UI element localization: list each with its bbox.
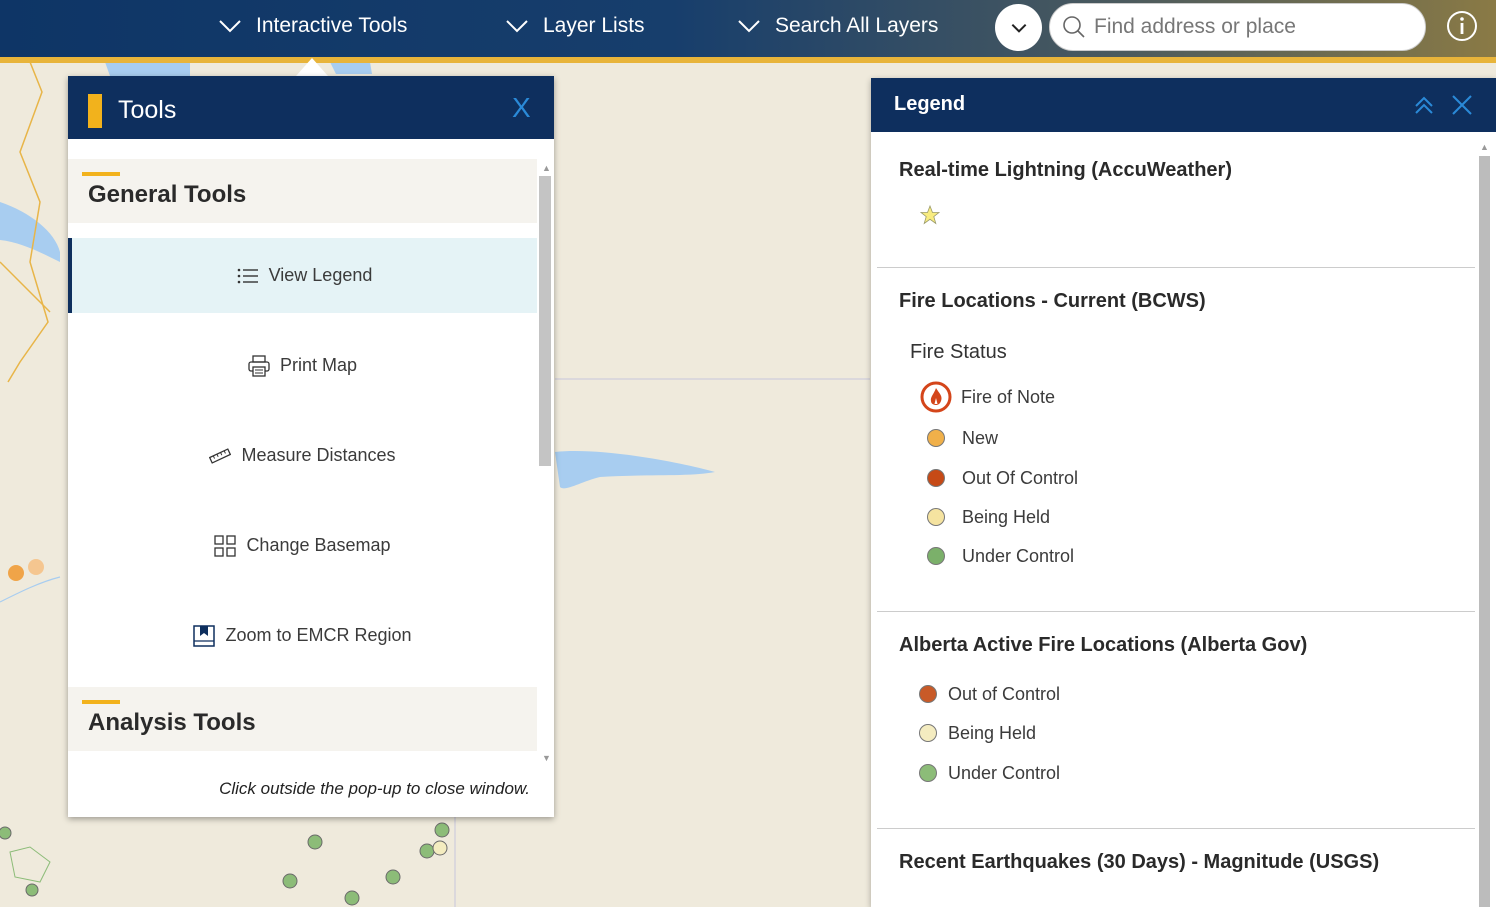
grid-icon	[214, 534, 237, 557]
legend-item-out-of-control: Out of Control	[919, 679, 1060, 709]
list-icon	[237, 267, 259, 285]
close-hint-text: Click outside the pop-up to close window…	[219, 779, 530, 798]
legend-title: Legend	[894, 93, 966, 115]
general-tools-header: General Tools	[68, 159, 537, 223]
tool-label: Print Map	[279, 355, 358, 375]
legend-label: Being Held	[962, 506, 1051, 527]
scroll-up-arrow-icon[interactable]: ▲	[542, 163, 551, 173]
bookmark-icon	[193, 624, 216, 647]
collapse-up-icon[interactable]	[1413, 94, 1435, 116]
legend-label: New	[962, 427, 999, 448]
analysis-tools-header: Analysis Tools	[68, 687, 537, 751]
chevron-down-icon	[219, 20, 241, 33]
search-input[interactable]	[1094, 15, 1414, 39]
legend-label: Being Held	[948, 722, 1037, 743]
legend-divider	[877, 267, 1475, 268]
symbol-dot	[927, 508, 945, 526]
legend-label: Under Control	[948, 762, 1061, 783]
legend-item-fire-of-note: Fire of Note	[919, 381, 1056, 413]
legend-divider	[877, 611, 1475, 612]
tool-label: View Legend	[268, 265, 373, 285]
tool-label: Zoom to EMCR Region	[225, 625, 412, 645]
info-icon[interactable]	[1445, 9, 1479, 43]
legend-label: Out Of Control	[962, 467, 1079, 488]
printer-icon	[248, 354, 270, 377]
tools-header: Tools X	[68, 76, 554, 139]
symbol-dot	[927, 469, 945, 487]
symbol-dot	[927, 429, 945, 447]
navbar-accent-line	[0, 57, 1496, 63]
scroll-up-arrow-icon[interactable]: ▲	[1480, 142, 1489, 152]
legend-item-being-held: Being Held	[927, 502, 1050, 532]
nav-search-all-layers[interactable]: Search All Layers	[737, 0, 938, 52]
tool-label: Measure Distances	[241, 445, 396, 465]
nav-label: Interactive Tools	[256, 14, 408, 37]
tool-zoom-to-emcr-region[interactable]: Zoom to EMCR Region	[68, 598, 537, 673]
popup-pointer	[296, 58, 328, 76]
tool-label: Change Basemap	[246, 535, 391, 555]
legend-item-new: New	[927, 423, 998, 453]
chevron-down-icon	[506, 20, 528, 33]
section-title: General Tools	[88, 181, 247, 208]
legend-divider	[877, 828, 1475, 829]
legend-panel: Legend Real-time Lightning (AccuWeather)…	[871, 78, 1496, 907]
chevron-down-icon	[1011, 23, 1026, 33]
legend-subtitle: Fire Status	[910, 341, 1007, 363]
legend-section-title: Recent Earthquakes (30 Days) - Magnitude…	[899, 851, 1380, 873]
legend-item-under-control: Under Control	[919, 758, 1060, 788]
search-icon	[1063, 16, 1085, 38]
symbol-dot	[919, 724, 937, 742]
symbol-dot	[919, 685, 937, 703]
tools-title: Tools	[118, 96, 177, 124]
nav-layer-lists[interactable]: Layer Lists	[505, 0, 645, 52]
legend-label: Under Control	[962, 545, 1075, 566]
symbol-dot	[919, 764, 937, 782]
tools-scroll-thumb[interactable]	[539, 176, 551, 466]
tool-measure-distances[interactable]: Measure Distances	[68, 418, 537, 493]
section-accent-line	[82, 700, 120, 704]
nav-label: Layer Lists	[543, 14, 645, 37]
close-icon[interactable]	[1451, 94, 1473, 116]
search-box[interactable]	[1049, 3, 1426, 51]
scroll-down-arrow-icon[interactable]: ▼	[542, 753, 551, 763]
tools-popup: Tools X General Tools View Legend Print …	[68, 76, 554, 817]
tool-print-map[interactable]: Print Map	[68, 328, 537, 403]
section-accent-line	[82, 172, 120, 176]
search-source-dropdown-button[interactable]	[995, 4, 1042, 51]
legend-section-title: Alberta Active Fire Locations (Alberta G…	[899, 634, 1308, 656]
legend-item-out-of-control: Out Of Control	[927, 463, 1078, 493]
legend-header: Legend	[871, 78, 1496, 132]
legend-section-title: Real-time Lightning (AccuWeather)	[899, 159, 1232, 181]
lightning-star-icon	[920, 205, 940, 225]
header-accent-bar	[88, 94, 102, 128]
legend-item-being-held: Being Held	[919, 718, 1036, 748]
ruler-icon	[209, 447, 232, 464]
legend-scroll-thumb[interactable]	[1479, 156, 1490, 907]
nav-interactive-tools[interactable]: Interactive Tools	[218, 0, 407, 52]
tools-close-button[interactable]: X	[512, 92, 531, 124]
legend-item-under-control: Under Control	[927, 541, 1074, 571]
fire-of-note-icon	[920, 381, 952, 413]
tool-change-basemap[interactable]: Change Basemap	[68, 508, 537, 583]
section-title: Analysis Tools	[88, 709, 256, 736]
legend-section-title: Fire Locations - Current (BCWS)	[899, 290, 1206, 312]
chevron-down-icon	[738, 20, 760, 33]
tool-view-legend[interactable]: View Legend	[68, 238, 537, 313]
legend-label: Out of Control	[948, 683, 1061, 704]
nav-label: Search All Layers	[775, 14, 939, 37]
legend-label: Fire of Note	[961, 386, 1056, 407]
symbol-dot	[927, 547, 945, 565]
